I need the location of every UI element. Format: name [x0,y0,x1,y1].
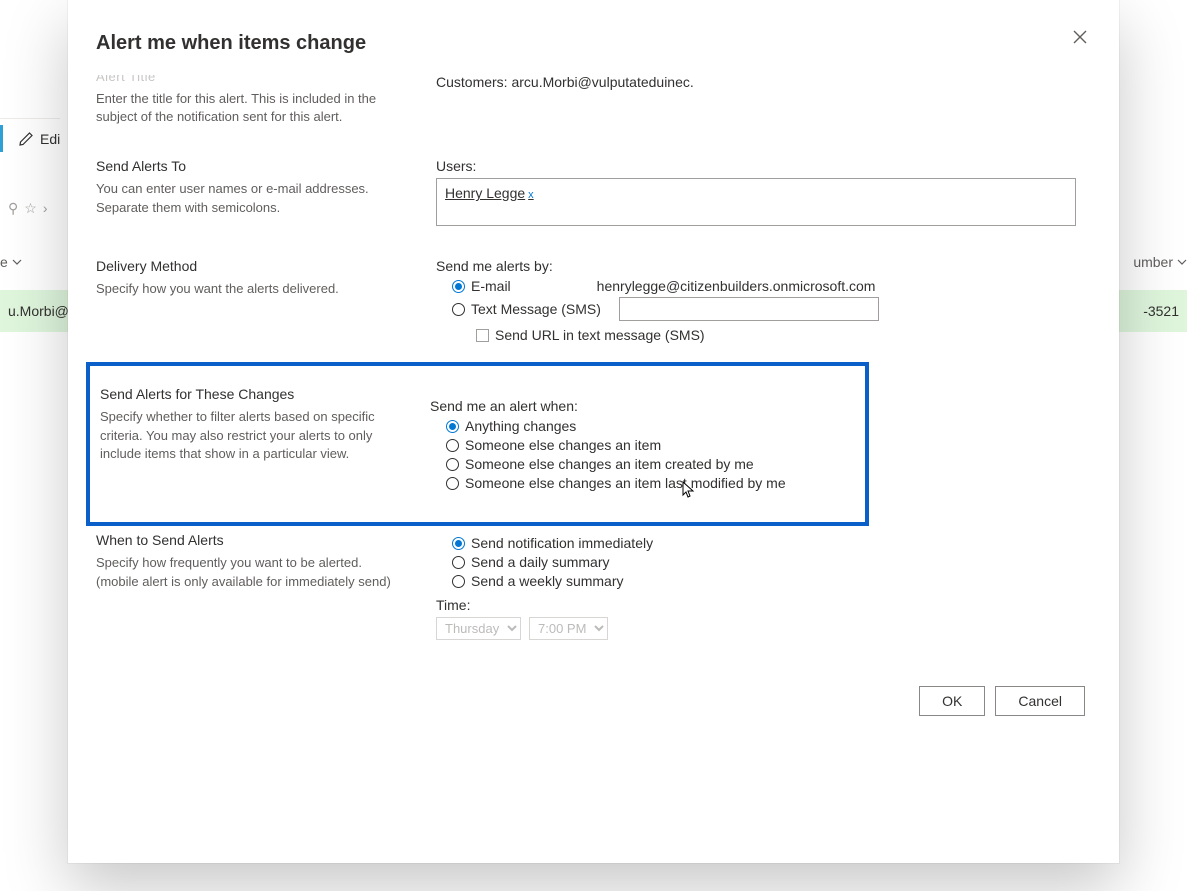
when-description: Specify how frequently you want to be al… [96,554,396,590]
radio-icon [452,556,465,569]
sms-option-label: Text Message (SMS) [471,301,601,317]
dialog-body[interactable]: Alert Title Enter the title for this ale… [68,75,1119,863]
edit-icon [18,131,34,147]
changes-description: Specify whether to filter alerts based o… [100,408,400,463]
change-option-modified-by-me[interactable]: Someone else changes an item last modifi… [446,475,827,491]
user-chip-name: Henry Legge [445,185,525,201]
highlight-changes-section: Send Alerts for These Changes Specify wh… [86,362,869,526]
when-option-daily[interactable]: Send a daily summary [452,554,1089,570]
radio-icon [446,477,459,490]
when-option-immediately[interactable]: Send notification immediately [452,535,1089,551]
bg-column-dropdown-left[interactable]: e [0,254,22,270]
alert-title-input[interactable]: Customers: arcu.Morbi@vulputateduinec. [436,75,696,95]
change-opt2-label: Someone else changes an item [465,437,661,453]
delivery-sms-option[interactable]: Text Message (SMS) [452,297,1089,321]
change-option-created-by-me[interactable]: Someone else changes an item created by … [446,456,827,472]
bg-toolbar: Edi [0,118,60,158]
chevron-down-icon [1177,257,1187,267]
email-address-display: henrylegge@citizenbuilders.onmicrosoft.c… [597,278,876,294]
change-opt3-label: Someone else changes an item created by … [465,456,754,472]
send-url-option[interactable]: Send URL in text message (SMS) [452,327,1089,343]
when-opt3-label: Send a weekly summary [471,573,624,589]
close-button[interactable] [1065,24,1095,53]
change-opt4-label: Someone else changes an item last modifi… [465,475,786,491]
change-opt1-label: Anything changes [465,418,576,434]
users-label: Users: [436,158,1089,174]
bg-breadcrumb: ⚲ ☆ › [0,194,48,222]
delivery-email-option[interactable]: E-mail henrylegge@citizenbuilders.onmicr… [452,278,1089,294]
section-when: When to Send Alerts Specify how frequent… [96,526,1109,656]
alert-title-heading: Alert Title [96,75,396,84]
send-url-label: Send URL in text message (SMS) [495,327,705,343]
when-opt1-label: Send notification immediately [471,535,653,551]
bg-column-number-label: umber [1133,254,1173,270]
section-changes: Send Alerts for These Changes Specify wh… [100,380,847,494]
radio-icon-checked [446,420,459,433]
chevron-down-icon [12,257,22,267]
delivery-heading: Delivery Method [96,258,396,274]
when-heading: When to Send Alerts [96,532,396,548]
radio-icon [446,458,459,471]
change-option-someone-else[interactable]: Someone else changes an item [446,437,827,453]
change-option-anything[interactable]: Anything changes [446,418,827,434]
remove-user-icon[interactable]: x [528,189,534,201]
send-to-heading: Send Alerts To [96,158,396,174]
when-option-weekly[interactable]: Send a weekly summary [452,573,1089,589]
bg-edit-label[interactable]: Edi [40,131,60,147]
alert-settings-dialog: Alert me when items change Alert Title E… [68,0,1119,863]
time-label: Time: [436,597,1089,613]
radio-icon [452,303,465,316]
bg-toolbar-accent [0,125,3,152]
dialog-button-row: OK Cancel [96,656,1109,734]
dialog-title: Alert me when items change [96,32,366,55]
send-to-description: You can enter user names or e-mail addre… [96,180,396,216]
chevron-right-icon: › [43,200,48,216]
email-option-label: E-mail [471,278,511,294]
when-opt2-label: Send a daily summary [471,554,610,570]
sms-number-input[interactable] [619,297,879,321]
bg-row-email: u.Morbi@ [8,303,69,319]
send-by-label: Send me alerts by: [436,258,1089,274]
cancel-button[interactable]: Cancel [995,686,1085,716]
bg-row-phone: -3521 [1143,303,1179,319]
radio-icon [446,439,459,452]
day-select: Thursday [436,617,521,640]
radio-icon-checked [452,537,465,550]
section-delivery: Delivery Method Specify how you want the… [96,242,1109,362]
bg-column-header-right[interactable]: umber [1133,254,1187,270]
section-alert-title: Alert Title Enter the title for this ale… [96,75,1109,142]
user-chip[interactable]: Henry Leggex [445,185,534,201]
star-icon: ☆ [24,200,37,217]
alert-title-description: Enter the title for this alert. This is … [96,90,396,126]
users-people-picker[interactable]: Henry Leggex [436,178,1076,226]
changes-heading: Send Alerts for These Changes [100,386,400,402]
alert-title-value: Customers: arcu.Morbi@vulputateduinec. [436,75,694,90]
pin-icon: ⚲ [8,200,18,217]
hour-select: 7:00 PM [529,617,608,640]
radio-icon-checked [452,280,465,293]
checkbox-icon [476,329,489,342]
ok-button[interactable]: OK [919,686,985,716]
send-when-label: Send me an alert when: [430,398,827,414]
radio-icon [452,575,465,588]
bg-column-label: e [0,254,8,270]
delivery-description: Specify how you want the alerts delivere… [96,280,396,298]
dialog-header: Alert me when items change [68,0,1119,55]
section-send-to: Send Alerts To You can enter user names … [96,142,1109,242]
close-icon [1073,30,1087,44]
